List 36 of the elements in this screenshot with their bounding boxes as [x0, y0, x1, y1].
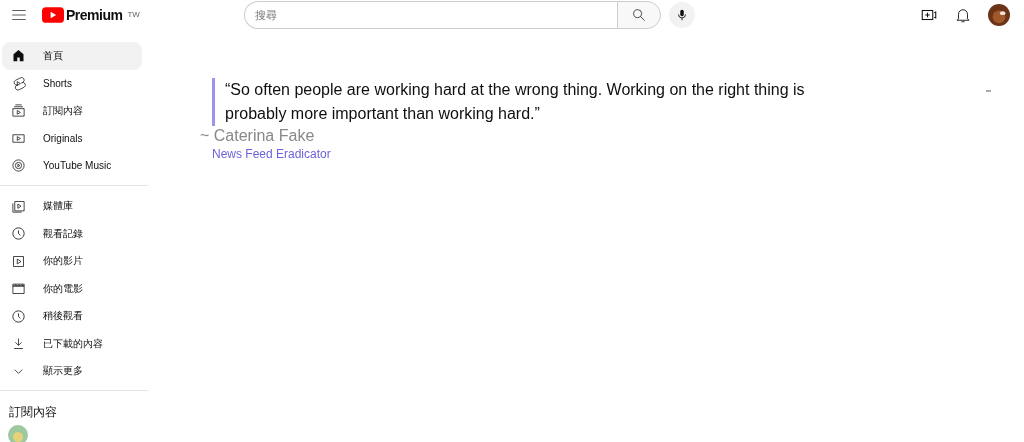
sidebar-item[interactable]: 媒體庫 — [2, 192, 142, 220]
bell-icon[interactable] — [954, 6, 972, 24]
sidebar-item[interactable]: Shorts — [2, 69, 142, 97]
sidebar-item[interactable]: 訂閱內容 — [2, 97, 142, 125]
download-icon — [11, 336, 26, 352]
search-button[interactable] — [617, 1, 661, 29]
library-icon — [11, 198, 26, 214]
sidebar-item[interactable]: YouTube Music — [2, 152, 142, 180]
sidebar-item[interactable]: 稍後觀看 — [2, 302, 142, 330]
sidebar-item[interactable]: 已下載的內容 — [2, 330, 142, 358]
play-icon — [11, 253, 26, 269]
logo-text[interactable]: Premium — [66, 7, 123, 23]
microphone-icon — [675, 7, 689, 23]
quote-text: “So often people are working hard at the wrong thing. Working on the right thing is probably more important than working hard.” — [212, 78, 865, 126]
subscriptions-icon — [11, 103, 26, 119]
region-label: TW — [127, 10, 140, 19]
search-field[interactable]: 搜尋 — [244, 1, 617, 29]
sidebar-item[interactable]: 你的電影 — [2, 275, 142, 303]
home-icon — [11, 48, 26, 64]
avatar[interactable] — [988, 4, 1010, 26]
sidebar-item[interactable]: 觀看記錄 — [2, 220, 142, 248]
play-logo-icon — [42, 7, 64, 23]
search-icon — [631, 7, 647, 23]
music-icon — [11, 158, 26, 174]
sidebar-item[interactable]: 顯示更多 — [2, 357, 142, 385]
clapperboard-icon — [11, 281, 26, 297]
clock-icon — [11, 308, 26, 324]
sidebar-item[interactable]: 首頁 — [2, 42, 142, 70]
microphone-button[interactable] — [669, 2, 695, 28]
sidebar-item[interactable]: 你的影片 — [2, 247, 142, 275]
source-link[interactable]: News Feed Eradicator — [212, 147, 331, 161]
section-heading: 訂閱內容 — [8, 404, 58, 421]
shorts-icon — [11, 75, 26, 91]
history-icon — [11, 226, 26, 242]
sidebar-item[interactable]: Originals — [2, 124, 142, 152]
quote-author: ~ Caterina Fake — [200, 127, 316, 145]
